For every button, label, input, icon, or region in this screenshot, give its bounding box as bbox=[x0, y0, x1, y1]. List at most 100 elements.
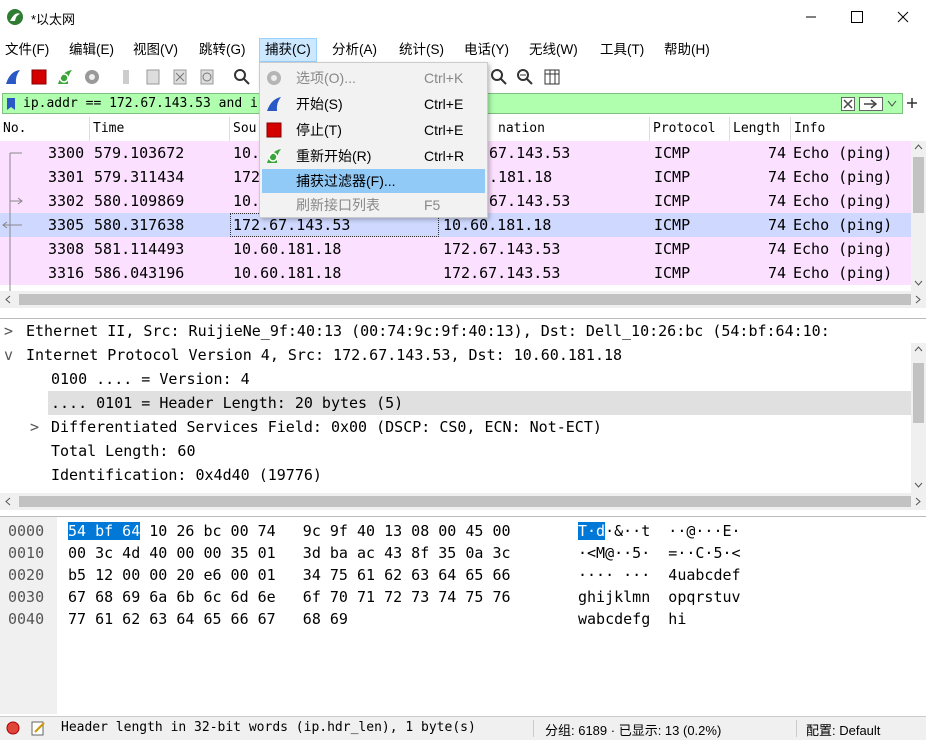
hex-row[interactable]: 54 bf 64 10 26 bc 00 74 9c 9f 40 13 08 0… bbox=[68, 520, 511, 542]
bytes-row[interactable]: 0030 bbox=[8, 586, 44, 608]
cell-time: 581.114493 bbox=[94, 240, 185, 258]
cell-destination: .181.18 bbox=[489, 168, 553, 186]
bytes-row[interactable]: 0000 bbox=[8, 520, 44, 542]
expand-arrow-icon[interactable]: > bbox=[4, 319, 13, 343]
column-header-time[interactable]: Time bbox=[90, 117, 230, 141]
bytes-row[interactable]: 0010 bbox=[8, 542, 44, 564]
column-header-length[interactable]: Length bbox=[730, 117, 791, 141]
detail-row-ethernet[interactable]: > Ethernet II, Src: RuijieNe_9f:40:13 (0… bbox=[0, 319, 911, 343]
detail-text: .... 0101 = Header Length: 20 bytes (5) bbox=[51, 394, 404, 412]
scroll-thumb[interactable] bbox=[913, 363, 924, 423]
scroll-thumb[interactable] bbox=[19, 496, 911, 507]
scroll-right-icon[interactable] bbox=[914, 497, 922, 506]
menu-item-capture-options[interactable]: 选项(O)... Ctrl+K bbox=[262, 66, 485, 90]
hex-bytes: 67 68 69 6a 6b 6c 6d 6e 6f 70 71 72 73 7… bbox=[68, 588, 511, 606]
find-packet-icon[interactable] bbox=[233, 68, 251, 86]
detail-row-dsfield[interactable]: > Differentiated Services Field: 0x00 (D… bbox=[0, 415, 911, 439]
status-profile[interactable]: 配置: Default bbox=[806, 720, 880, 739]
menu-capture[interactable]: 捕获(C) bbox=[259, 38, 317, 62]
close-button[interactable] bbox=[880, 0, 926, 34]
collapse-arrow-icon[interactable]: v bbox=[4, 343, 13, 367]
expand-arrow-icon[interactable]: > bbox=[30, 415, 39, 439]
details-vscrollbar[interactable] bbox=[911, 343, 926, 493]
detail-row-header-length[interactable]: .... 0101 = Header Length: 20 bytes (5) bbox=[48, 391, 911, 415]
scroll-left-icon[interactable] bbox=[4, 497, 12, 506]
menu-edit[interactable]: 编辑(E) bbox=[64, 38, 119, 62]
filter-dropdown-icon[interactable] bbox=[887, 100, 897, 108]
scroll-thumb[interactable] bbox=[19, 294, 911, 305]
add-filter-button-icon[interactable] bbox=[906, 97, 918, 109]
menu-file[interactable]: 文件(F) bbox=[0, 38, 54, 62]
menu-analyze[interactable]: 分析(A) bbox=[327, 38, 382, 62]
ascii-row[interactable]: ···· ··· 4uabcdef bbox=[578, 564, 741, 586]
scroll-up-icon[interactable] bbox=[914, 143, 923, 151]
capture-options-icon[interactable] bbox=[83, 68, 101, 86]
cell-destination: 67.143.53 bbox=[489, 144, 571, 162]
zoom-out-icon[interactable] bbox=[516, 68, 534, 86]
packet-list-hscrollbar[interactable] bbox=[0, 291, 926, 308]
zoom-in-icon[interactable] bbox=[490, 68, 508, 86]
save-file-icon[interactable] bbox=[144, 68, 162, 86]
hex-row[interactable]: b5 12 00 00 20 e6 00 01 34 75 61 62 63 6… bbox=[68, 564, 511, 586]
ascii-row[interactable]: T·d·&··t ··@···E· bbox=[578, 520, 741, 542]
hex-row[interactable]: 67 68 69 6a 6b 6c 6d 6e 6f 70 71 72 73 7… bbox=[68, 586, 511, 608]
hex-row[interactable]: 77 61 62 63 64 65 66 67 68 69 bbox=[68, 608, 348, 630]
ascii-row[interactable]: wabcdefg hi bbox=[578, 608, 686, 630]
restart-icon bbox=[267, 149, 281, 163]
ascii-text: wabcdefg hi bbox=[578, 610, 687, 628]
menu-view[interactable]: 视图(V) bbox=[128, 38, 183, 62]
scroll-down-icon[interactable] bbox=[914, 279, 923, 287]
bytes-row[interactable]: 0040 bbox=[8, 608, 44, 630]
detail-text: Total Length: 60 bbox=[51, 442, 196, 460]
minimize-button[interactable] bbox=[788, 0, 834, 34]
menu-telephony[interactable]: 电话(Y) bbox=[459, 38, 514, 62]
resize-columns-icon[interactable] bbox=[543, 68, 561, 86]
column-header-no[interactable]: No. bbox=[0, 117, 90, 141]
column-header-protocol[interactable]: Protocol bbox=[650, 117, 730, 141]
menu-item-capture-filters[interactable]: 捕获过滤器(F)... bbox=[262, 169, 485, 193]
bookmark-icon[interactable] bbox=[6, 97, 16, 111]
scroll-down-icon[interactable] bbox=[914, 481, 923, 489]
details-hscrollbar[interactable] bbox=[0, 493, 926, 510]
menu-item-refresh-interfaces[interactable]: 刷新接口列表 F5 bbox=[262, 193, 485, 217]
column-header-info[interactable]: Info bbox=[791, 117, 926, 141]
cell-length: 74 bbox=[768, 168, 787, 186]
reload-icon[interactable] bbox=[198, 68, 216, 86]
detail-row-identification[interactable]: Identification: 0x4d40 (19776) bbox=[0, 463, 911, 487]
menu-item-start[interactable]: 开始(S) Ctrl+E bbox=[262, 92, 485, 116]
ascii-row[interactable]: ·<M@··5· =··C·5·< bbox=[578, 542, 741, 564]
scroll-right-icon[interactable] bbox=[914, 295, 922, 304]
menu-item-stop[interactable]: 停止(T) Ctrl+E bbox=[262, 118, 485, 142]
stop-capture-icon[interactable] bbox=[30, 68, 48, 86]
scroll-left-icon[interactable] bbox=[4, 295, 12, 304]
menu-help[interactable]: 帮助(H) bbox=[659, 38, 715, 62]
apply-filter-icon[interactable] bbox=[859, 97, 883, 111]
packet-details-pane: > Ethernet II, Src: RuijieNe_9f:40:13 (0… bbox=[0, 318, 926, 512]
menu-go[interactable]: 跳转(G) bbox=[194, 38, 251, 62]
menu-wireless[interactable]: 无线(W) bbox=[524, 38, 583, 62]
packet-list-vscrollbar[interactable] bbox=[911, 141, 926, 291]
bytes-row[interactable]: 0020 bbox=[8, 564, 44, 586]
maximize-button[interactable] bbox=[834, 0, 880, 34]
capture-comment-icon[interactable] bbox=[30, 720, 46, 736]
detail-row-total-length[interactable]: Total Length: 60 bbox=[0, 439, 911, 463]
detail-row-version[interactable]: 0100 .... = Version: 4 bbox=[0, 367, 911, 391]
menu-statistics[interactable]: 统计(S) bbox=[394, 38, 449, 62]
close-file-icon[interactable] bbox=[171, 68, 189, 86]
start-capture-icon[interactable] bbox=[4, 68, 22, 86]
clear-filter-icon[interactable] bbox=[841, 97, 855, 111]
open-file-icon[interactable] bbox=[118, 68, 136, 86]
detail-row-ipv4[interactable]: v Internet Protocol Version 4, Src: 172.… bbox=[0, 343, 911, 367]
menu-tools[interactable]: 工具(T) bbox=[595, 38, 649, 62]
ascii-row[interactable]: ghijklmn opqrstuv bbox=[578, 586, 741, 608]
cell-no: 3308 bbox=[48, 240, 85, 258]
restart-capture-icon[interactable] bbox=[56, 68, 74, 86]
hex-row[interactable]: 00 3c 4d 40 00 00 35 01 3d ba ac 43 8f 3… bbox=[68, 542, 511, 564]
packet-row[interactable]: 3316 586.043196 10.60.181.18 172.67.143.… bbox=[0, 261, 911, 285]
menu-item-restart[interactable]: 重新开始(R) Ctrl+R bbox=[262, 144, 485, 168]
packet-row[interactable]: 3308 581.114493 10.60.181.18 172.67.143.… bbox=[0, 237, 911, 261]
scroll-thumb[interactable] bbox=[913, 157, 924, 213]
menu-item-label: 重新开始(R) bbox=[296, 148, 372, 164]
scroll-up-icon[interactable] bbox=[914, 345, 923, 353]
expert-info-icon[interactable] bbox=[6, 721, 20, 735]
